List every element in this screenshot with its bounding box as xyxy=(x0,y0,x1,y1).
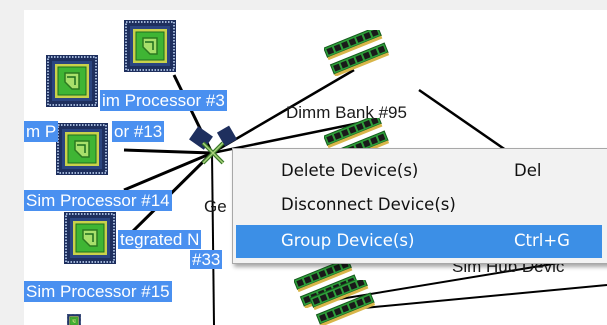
context-menu: Delete Device(s) Del Disconnect Device(s… xyxy=(232,148,607,264)
menu-item-group[interactable]: Group Device(s) Ctrl+G xyxy=(236,225,602,258)
menu-item-disconnect[interactable]: Disconnect Device(s) xyxy=(236,189,602,222)
processor-chip-icon[interactable] xyxy=(48,314,100,325)
processor-label-3[interactable]: im Processor #3 xyxy=(100,90,227,111)
menu-item-label: Group Device(s) xyxy=(281,231,415,250)
processor-label-13a[interactable]: m P xyxy=(24,121,59,142)
menu-item-shortcut: Ctrl+G xyxy=(514,231,570,250)
menu-item-delete[interactable]: Delete Device(s) Del xyxy=(236,155,602,188)
dimm-memory-icon[interactable] xyxy=(324,30,390,76)
processor-chip-icon[interactable] xyxy=(64,212,116,264)
menu-item-label: Disconnect Device(s) xyxy=(281,195,456,214)
dimm-memory-icon[interactable] xyxy=(310,280,376,325)
processor-label-15[interactable]: Sim Processor #15 xyxy=(24,281,172,302)
connection-hub-icon[interactable] xyxy=(200,140,226,166)
menu-item-shortcut: Del xyxy=(514,161,542,180)
processor-chip-icon[interactable] xyxy=(124,20,176,72)
menu-item-label: Delete Device(s) xyxy=(281,161,419,180)
processor-chip-icon[interactable] xyxy=(56,123,108,175)
device-label-ge: Ge xyxy=(204,197,227,216)
dimm-bank-label: Dimm Bank #95 xyxy=(286,103,407,122)
processor-label-14[interactable]: Sim Processor #14 xyxy=(24,190,172,211)
processor-label-13b[interactable]: or #13 xyxy=(112,121,165,142)
northbridge-label-a[interactable]: tegrated N xyxy=(118,230,202,249)
processor-chip-icon[interactable] xyxy=(46,55,98,107)
northbridge-label-b[interactable]: #33 xyxy=(190,250,223,269)
